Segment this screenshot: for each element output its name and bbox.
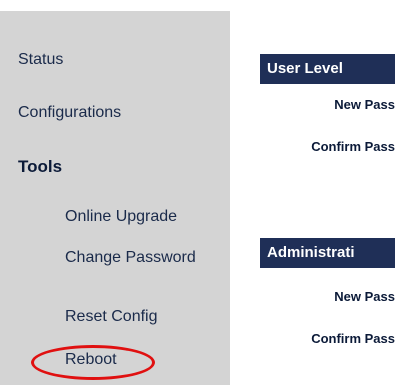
sidebar-item-reset-config[interactable]: Reset Config xyxy=(65,308,158,326)
sidebar-nav: Status Configurations Tools Online Upgra… xyxy=(0,11,230,385)
user-level-header: User Level xyxy=(260,54,395,84)
sidebar-section-tools: Tools xyxy=(18,157,63,176)
sidebar-item-reboot[interactable]: Reboot xyxy=(65,351,117,369)
sidebar-item-configurations[interactable]: Configurations xyxy=(18,104,121,122)
sidebar-item-change-password[interactable]: Change Password xyxy=(65,249,196,267)
sidebar-item-status[interactable]: Status xyxy=(18,51,63,69)
admin-confirm-pass-label: Confirm Pass xyxy=(311,331,395,346)
administration-header: Administrati xyxy=(260,238,395,268)
user-confirm-pass-label: Confirm Pass xyxy=(311,139,395,154)
sidebar-item-online-upgrade[interactable]: Online Upgrade xyxy=(65,208,177,226)
admin-new-pass-label: New Pass xyxy=(334,289,395,304)
user-new-pass-label: New Pass xyxy=(334,97,395,112)
